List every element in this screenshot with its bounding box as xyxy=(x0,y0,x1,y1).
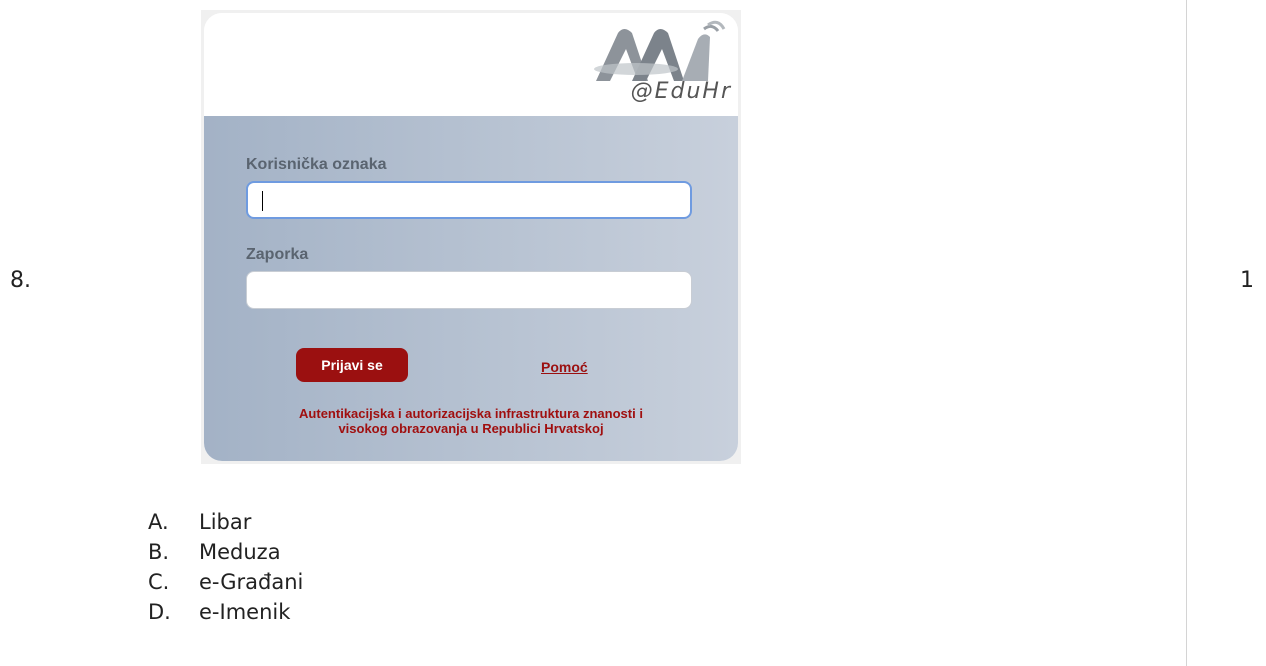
login-card: @EduHr Korisnička oznaka Zaporka Prijavi… xyxy=(204,13,738,461)
option-text: Libar xyxy=(199,510,252,534)
help-link[interactable]: Pomoć xyxy=(541,359,588,375)
login-screenshot: @EduHr Korisnička oznaka Zaporka Prijavi… xyxy=(201,10,741,464)
footer-text: Autentikacijska i autorizacijska infrast… xyxy=(204,406,738,436)
footer-line-2: visokog obrazovanja u Republici Hrvatsko… xyxy=(338,421,604,436)
option-letter: C. xyxy=(148,570,170,594)
login-header: @EduHr xyxy=(204,13,738,116)
text-caret xyxy=(262,191,263,211)
option-letter: B. xyxy=(148,540,170,564)
password-input[interactable] xyxy=(246,271,692,309)
password-label: Zaporka xyxy=(246,246,309,263)
logo-text: @EduHr xyxy=(630,79,732,104)
option-text: e-Građani xyxy=(199,570,304,594)
column-divider xyxy=(1186,0,1187,666)
username-label: Korisnička oznaka xyxy=(246,156,387,173)
question-number: 8. xyxy=(10,268,31,293)
login-button[interactable]: Prijavi se xyxy=(296,348,408,382)
login-form: Korisnička oznaka Zaporka Prijavi se Pom… xyxy=(204,116,738,461)
option-letter: A. xyxy=(148,510,169,534)
option-text: e-Imenik xyxy=(199,600,291,624)
username-input[interactable] xyxy=(246,181,692,219)
option-letter: D. xyxy=(148,600,171,624)
question-points: 1 xyxy=(1240,268,1254,293)
option-text: Meduza xyxy=(199,540,281,564)
footer-line-1: Autentikacijska i autorizacijska infrast… xyxy=(299,406,643,421)
